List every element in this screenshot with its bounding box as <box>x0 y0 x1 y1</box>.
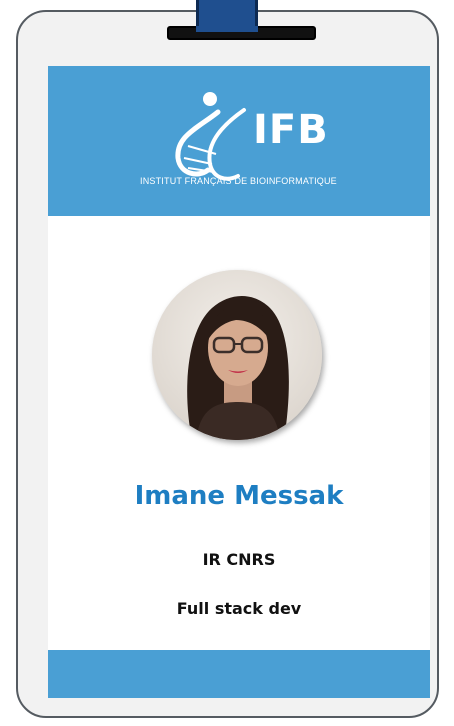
person-role: Full stack dev <box>176 599 302 618</box>
lanyard-clip <box>196 26 258 32</box>
profile-photo-illustration <box>152 270 322 440</box>
logo-subtitle: INSTITUT FRANÇAIS DE BIOINFORMATIQUE <box>140 176 337 186</box>
person-position: IR CNRS <box>202 550 276 569</box>
logo-wordmark: IFB <box>253 107 329 153</box>
ifb-logo: IFB INSTITUT FRANÇAIS DE BIOINFORMATIQUE <box>48 66 430 216</box>
badge-canvas: IFB INSTITUT FRANÇAIS DE BIOINFORMATIQUE <box>0 0 454 726</box>
profile-photo <box>152 270 322 440</box>
badge-header-banner: IFB INSTITUT FRANÇAIS DE BIOINFORMATIQUE <box>48 66 430 216</box>
badge-footer-banner <box>48 650 430 698</box>
person-name: Imane Messak <box>134 481 344 511</box>
badge-body: Imane Messak IR CNRS Full stack dev <box>48 216 430 650</box>
dna-helix-figure-icon <box>175 92 246 181</box>
